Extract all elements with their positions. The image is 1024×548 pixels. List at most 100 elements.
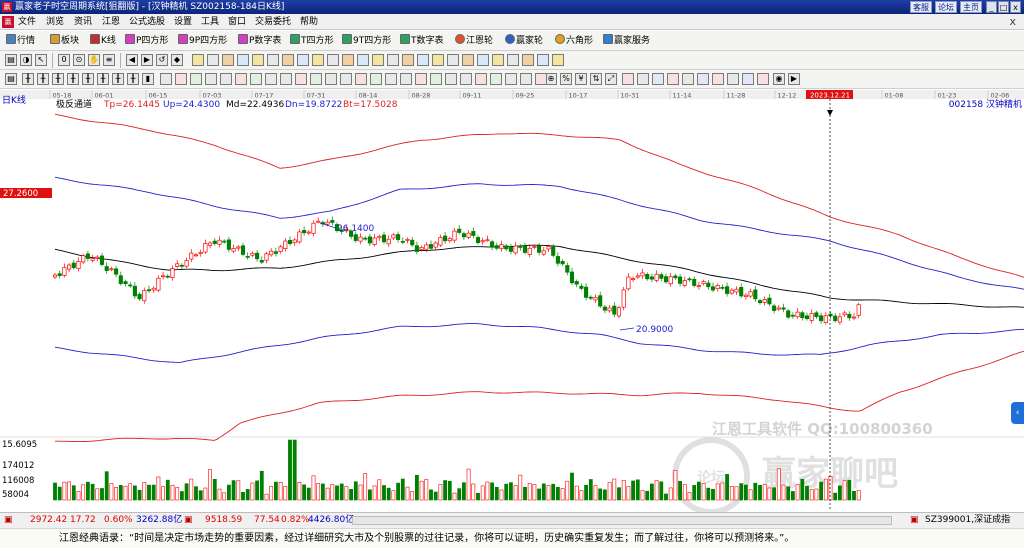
drawing-tool-icon[interactable]: [667, 73, 679, 85]
drawing-tool-icon[interactable]: [432, 54, 444, 66]
drawing-tool-icon[interactable]: [267, 54, 279, 66]
bar-tool-icon[interactable]: ╫: [82, 73, 94, 85]
bar-tool-icon[interactable]: ╫: [67, 73, 79, 85]
expand-icon[interactable]: ⤢: [605, 73, 617, 85]
target-icon[interactable]: ⊙: [73, 54, 85, 66]
drawing-tool-icon[interactable]: [222, 54, 234, 66]
kline-chart[interactable]: 05-18 06-01 06-15 07-03 07-17 07-31 08-14 08-28…: [0, 90, 1024, 515]
drawing-tool-icon[interactable]: [415, 73, 427, 85]
drawing-tool-icon[interactable]: [235, 73, 247, 85]
menu-formula-picker[interactable]: 公式选股: [129, 16, 165, 28]
drawing-tool-icon[interactable]: [520, 73, 532, 85]
tool-p-square[interactable]: P四方形: [125, 34, 168, 48]
color-wheel-icon[interactable]: ◉: [773, 73, 785, 85]
drawing-tool-icon[interactable]: [327, 54, 339, 66]
tool-quotes[interactable]: 行情: [6, 34, 35, 48]
menu-window[interactable]: 窗口: [228, 16, 246, 28]
tool-kline[interactable]: K线: [90, 34, 116, 48]
close-button[interactable]: x: [1010, 1, 1021, 13]
drawing-tool-icon[interactable]: [340, 73, 352, 85]
drawing-tool-icon[interactable]: [727, 73, 739, 85]
drawing-tool-icon[interactable]: [490, 73, 502, 85]
bar-tool-icon[interactable]: ╫: [52, 73, 64, 85]
drawing-tool-icon[interactable]: [492, 54, 504, 66]
next-icon[interactable]: ▶: [141, 54, 153, 66]
menu-trade[interactable]: 交易委托: [255, 16, 291, 28]
drawing-tool-icon[interactable]: [385, 73, 397, 85]
drawing-tool-icon[interactable]: [282, 54, 294, 66]
drawing-tool-icon[interactable]: [237, 54, 249, 66]
drawing-tool-icon[interactable]: [652, 73, 664, 85]
tool-p-number-table[interactable]: P数字表: [238, 34, 281, 48]
drawing-tool-icon[interactable]: [387, 54, 399, 66]
kline-chart-area[interactable]: 05-18 06-01 06-15 07-03 07-17 07-31 08-14 08-28…: [0, 90, 1024, 515]
drawing-tool-icon[interactable]: [402, 54, 414, 66]
drawing-tool-icon[interactable]: [265, 73, 277, 85]
drawing-tool-icon[interactable]: [462, 54, 474, 66]
contrast-icon[interactable]: ◑: [20, 54, 32, 66]
menu-browse[interactable]: 浏览: [46, 16, 64, 28]
drawing-tool-icon[interactable]: [207, 54, 219, 66]
layout-icon[interactable]: ▤: [5, 73, 17, 85]
drawing-tool-icon[interactable]: [475, 73, 487, 85]
drawing-tool-icon[interactable]: [445, 73, 457, 85]
tool-sectors[interactable]: 板块: [50, 34, 79, 48]
drawing-tool-icon[interactable]: [205, 73, 217, 85]
tool-9p-square[interactable]: 9P四方形: [178, 34, 227, 48]
drawing-tool-icon[interactable]: [622, 73, 634, 85]
menu-file[interactable]: 文件: [18, 16, 36, 28]
forum-button[interactable]: 论坛: [935, 1, 957, 13]
tool-gann-wheel[interactable]: 江恩轮: [455, 34, 493, 48]
candle-icon[interactable]: ▮: [142, 73, 154, 85]
tool-winner-service[interactable]: 赢家服务: [603, 34, 650, 48]
tool-hexagon[interactable]: 六角形: [555, 34, 593, 48]
cursor-icon[interactable]: ↖: [35, 54, 47, 66]
menu-settings[interactable]: 设置: [174, 16, 192, 28]
minimize-button[interactable]: _: [986, 1, 997, 13]
drawing-tool-icon[interactable]: [370, 73, 382, 85]
drawing-tool-icon[interactable]: [192, 54, 204, 66]
drawing-tool-icon[interactable]: [175, 73, 187, 85]
drawing-tool-icon[interactable]: [697, 73, 709, 85]
horizontal-scrollbar[interactable]: [352, 516, 892, 525]
menu-help[interactable]: 帮助: [300, 16, 318, 28]
mdi-close-icon[interactable]: x: [1009, 15, 1016, 28]
drawing-tool-icon[interactable]: [460, 73, 472, 85]
drawing-tool-icon[interactable]: [400, 73, 412, 85]
drawing-tool-icon[interactable]: [280, 73, 292, 85]
tool-t-number-table[interactable]: T数字表: [400, 34, 444, 48]
drawing-tool-icon[interactable]: [417, 54, 429, 66]
drawing-tool-icon[interactable]: [505, 73, 517, 85]
currency-icon[interactable]: ¥: [575, 73, 587, 85]
tool-9t-square[interactable]: 9T四方形: [342, 34, 391, 48]
zero-icon[interactable]: 0: [58, 54, 70, 66]
drawing-tool-icon[interactable]: [295, 73, 307, 85]
drawing-tool-icon[interactable]: [160, 73, 172, 85]
menu-tools[interactable]: 工具: [201, 16, 219, 28]
drawing-tool-icon[interactable]: [682, 73, 694, 85]
customer-service-button[interactable]: 客服: [910, 1, 932, 13]
tool-t-square[interactable]: T四方形: [290, 34, 334, 48]
drawing-tool-icon[interactable]: [312, 54, 324, 66]
drawing-tool-icon[interactable]: [342, 54, 354, 66]
bar-tool-icon[interactable]: ╫: [97, 73, 109, 85]
drawing-tool-icon[interactable]: [252, 54, 264, 66]
grid-icon[interactable]: ▤: [5, 54, 17, 66]
drawing-tool-icon[interactable]: [742, 73, 754, 85]
drawing-tool-icon[interactable]: [190, 73, 202, 85]
bar-tool-icon[interactable]: ╫: [127, 73, 139, 85]
refresh-icon[interactable]: ↺: [156, 54, 168, 66]
play-icon[interactable]: ▶: [788, 73, 800, 85]
drawing-tool-icon[interactable]: [250, 73, 262, 85]
tool-winner-wheel[interactable]: 赢家轮: [505, 34, 543, 48]
drawing-tool-icon[interactable]: [507, 54, 519, 66]
menu-gann[interactable]: 江恩: [102, 16, 120, 28]
drawing-tool-icon[interactable]: [637, 73, 649, 85]
drawing-tool-icon[interactable]: [552, 54, 564, 66]
bar-tool-icon[interactable]: ╫: [37, 73, 49, 85]
side-expand-button[interactable]: ‹: [1011, 402, 1024, 424]
drawing-tool-icon[interactable]: [537, 54, 549, 66]
drawing-tool-icon[interactable]: [372, 54, 384, 66]
drawing-tool-icon[interactable]: [325, 73, 337, 85]
list-icon[interactable]: ≡: [103, 54, 115, 66]
